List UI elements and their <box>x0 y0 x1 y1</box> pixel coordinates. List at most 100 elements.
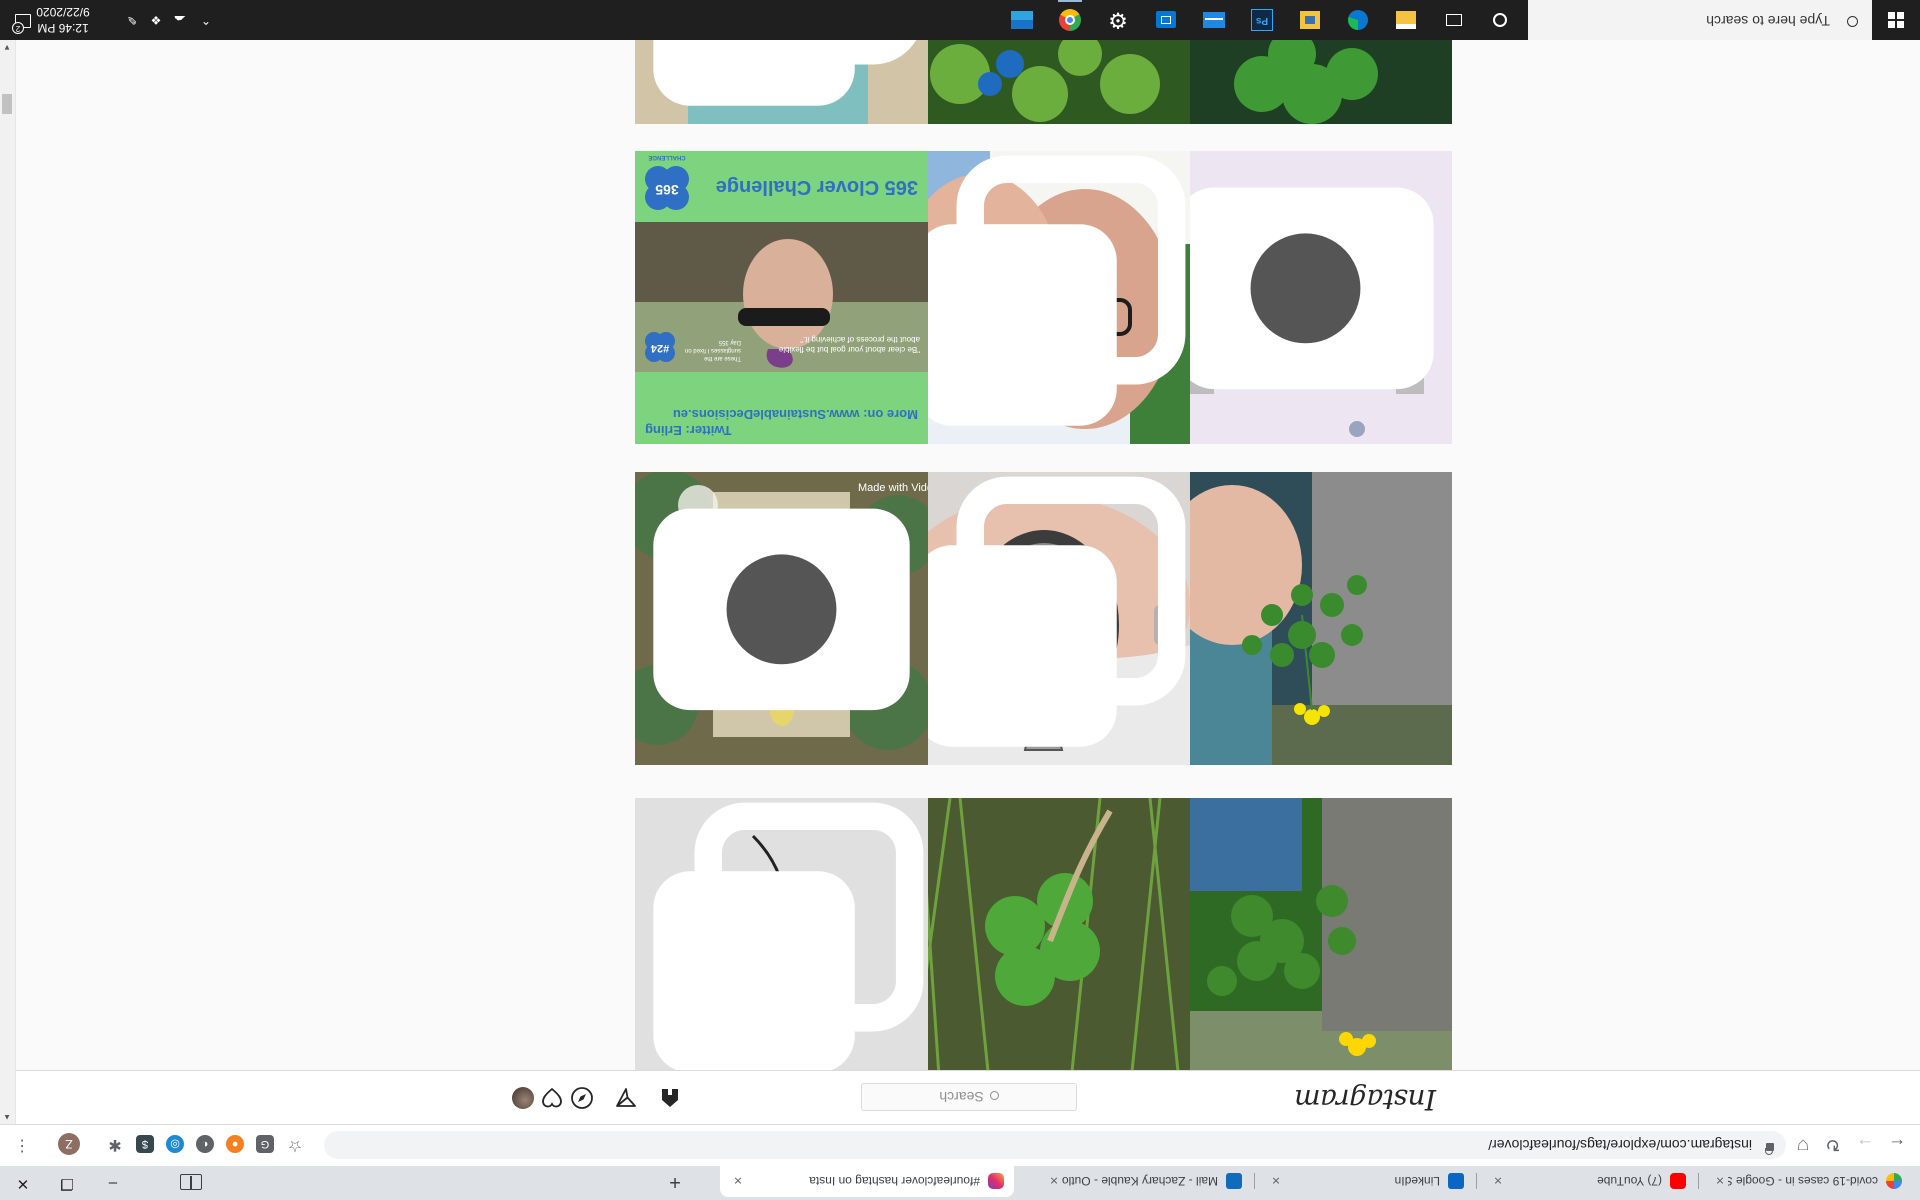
mail-icon[interactable] <box>1200 6 1228 34</box>
direct-icon[interactable] <box>614 1086 638 1110</box>
home-icon[interactable] <box>658 1086 682 1110</box>
restore-button[interactable]: ❐ <box>44 1166 90 1200</box>
activity-icon[interactable] <box>540 1086 564 1110</box>
tab-divider <box>1254 1173 1255 1189</box>
dropbox-icon[interactable]: ❖ <box>144 0 168 40</box>
onedrive-icon[interactable]: ☁ <box>168 0 192 40</box>
lock-icon <box>1766 1143 1774 1151</box>
post-tile[interactable] <box>897 472 1190 765</box>
poster-title: 365 Clover Challenge <box>715 176 918 198</box>
page-scrollbar[interactable]: ▲ ▼ <box>0 40 16 1124</box>
tab-search-icon[interactable] <box>180 1174 202 1190</box>
post-tile[interactable] <box>1159 798 1452 1091</box>
pen-icon[interactable]: ✎ <box>120 0 144 40</box>
windows-logo-icon <box>1897 12 1904 19</box>
post-tile[interactable] <box>635 40 928 124</box>
close-tab-icon[interactable]: × <box>1268 1174 1284 1190</box>
extension-icon[interactable]: ◐ <box>196 1135 214 1153</box>
browser-toolbar: ← → ↻ ⛉ instagram.com/explore/tags/fourl… <box>0 1124 1920 1166</box>
post-image <box>1159 40 1452 124</box>
start-button[interactable] <box>1878 0 1914 40</box>
post-image <box>897 798 1190 1091</box>
close-tab-icon[interactable]: × <box>730 1174 746 1190</box>
extension-icon[interactable]: G <box>256 1135 274 1153</box>
chrome-icon[interactable] <box>1056 6 1084 34</box>
close-tab-icon[interactable]: × <box>1490 1174 1506 1190</box>
file-explorer-icon[interactable] <box>1392 6 1420 34</box>
instagram-nav: Instagram Search <box>16 1070 1920 1124</box>
post-image <box>1159 472 1452 765</box>
youtube-icon <box>1670 1173 1686 1190</box>
new-tab-button[interactable]: + <box>662 1168 688 1194</box>
profile-avatar[interactable]: Z <box>58 1133 80 1155</box>
poster-quote: "Be clear about your goal but be flexibl… <box>778 335 920 354</box>
bookmark-icon[interactable]: ⛉ <box>1790 1132 1816 1158</box>
settings-icon[interactable]: ⚙ <box>1104 6 1132 34</box>
instagram-icon <box>988 1173 1004 1190</box>
scroll-up-arrow[interactable]: ▲ <box>0 1110 15 1124</box>
taskbar-search-box[interactable]: Type here to search <box>1528 0 1872 40</box>
star-icon[interactable]: ☆ <box>282 1132 308 1158</box>
search-input[interactable]: Search <box>861 1083 1077 1111</box>
profile-avatar[interactable] <box>512 1087 534 1109</box>
multiple-posts-icon <box>653 40 924 106</box>
search-icon <box>989 1091 999 1100</box>
poster-logo-subtext: CHALLENGE <box>648 154 686 160</box>
explore-icon[interactable] <box>570 1086 594 1110</box>
task-view-icon[interactable] <box>1440 6 1468 34</box>
close-tab-icon[interactable]: × <box>1712 1174 1728 1190</box>
post-tile[interactable] <box>1159 151 1452 444</box>
scroll-thumb[interactable] <box>2 94 12 114</box>
extensions-puzzle-icon[interactable]: ✱ <box>106 1135 124 1153</box>
reload-button[interactable]: ↻ <box>1820 1132 1846 1158</box>
edge-icon[interactable] <box>1344 6 1372 34</box>
post-tile[interactable] <box>635 798 928 1091</box>
store-icon[interactable] <box>1152 6 1180 34</box>
back-button[interactable]: ← <box>1884 1132 1910 1158</box>
tab-outlook[interactable]: Mail - Zachary Kauble - Outlook × <box>1036 1166 1252 1197</box>
instagram-logo[interactable]: Instagram <box>1295 1083 1436 1116</box>
close-tab-icon[interactable]: × <box>1046 1174 1062 1190</box>
video-camera-icon <box>1177 187 1434 390</box>
show-hidden-icons-icon[interactable]: ⌃ <box>194 0 218 40</box>
tab-title: (7) YouTube <box>1597 1174 1662 1189</box>
post-tile[interactable] <box>897 151 1190 444</box>
post-tile[interactable] <box>1159 472 1452 765</box>
minimize-button[interactable]: – <box>90 1166 136 1200</box>
address-bar[interactable]: instagram.com/explore/tags/fourleafclove… <box>324 1131 1786 1159</box>
search-placeholder: Search <box>939 1089 984 1105</box>
taskbar-search-placeholder: Type here to search <box>1706 13 1830 29</box>
post-tile[interactable] <box>1159 40 1452 124</box>
tab-title: covid-19 cases in - Google Sear <box>1728 1174 1878 1189</box>
tab-title: #fourleafclover hashtag on Insta <box>809 1174 980 1189</box>
file-manager-icon[interactable] <box>1296 6 1324 34</box>
tab-instagram[interactable]: #fourleafclover hashtag on Insta × <box>720 1166 1014 1197</box>
post-tile[interactable] <box>897 798 1190 1091</box>
poster-logo-text: 365 <box>655 182 679 198</box>
tab-youtube[interactable]: (7) YouTube × <box>1480 1166 1696 1197</box>
extension-icon[interactable]: ● <box>226 1135 244 1153</box>
photos-icon[interactable] <box>1008 6 1036 34</box>
action-center-icon[interactable]: 2 <box>12 12 32 34</box>
forward-button[interactable]: → <box>1852 1132 1878 1158</box>
tab-title: LinkedIn <box>1394 1174 1440 1189</box>
post-tile[interactable]: Made with VideoShow <box>635 472 928 765</box>
post-tile[interactable] <box>897 40 1190 124</box>
cortana-icon[interactable] <box>1486 6 1514 34</box>
post-image <box>897 40 1190 124</box>
menu-icon[interactable]: ⋮ <box>12 1134 32 1156</box>
notification-count: 2 <box>12 22 24 34</box>
tab-linkedin[interactable]: LinkedIn × <box>1258 1166 1474 1197</box>
instagram-page: Made with VideoShow <box>16 40 1920 1124</box>
extension-icon[interactable]: ◎ <box>166 1135 184 1153</box>
poster-note: These are the sunglasses I fixed on Day … <box>684 339 741 361</box>
post-tile-365-clover-challenge[interactable]: More on: www.SustainableDecisions.eu Twi… <box>635 151 928 444</box>
multiple-posts-icon <box>653 802 924 1073</box>
address-url[interactable]: instagram.com/explore/tags/fourleafclove… <box>1488 1137 1752 1153</box>
photoshop-icon[interactable]: Ps <box>1248 6 1276 34</box>
tab-google-search[interactable]: covid-19 cases in - Google Sear × <box>1702 1166 1912 1197</box>
post-image <box>1159 798 1452 1091</box>
close-window-button[interactable]: ✕ <box>0 1166 46 1200</box>
extension-icon[interactable]: $ <box>136 1135 154 1153</box>
scroll-down-arrow[interactable]: ▼ <box>0 40 15 54</box>
